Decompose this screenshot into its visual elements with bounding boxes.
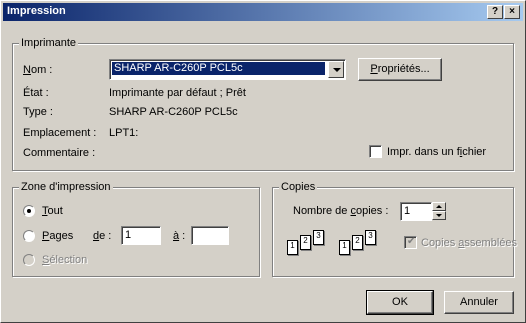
copies-spinner[interactable] [432, 202, 446, 221]
page-icon: 3 [365, 230, 376, 245]
print-dialog: Impression ? × Imprimante Nom : SHARP AR… [0, 0, 526, 323]
collate-label[interactable]: Copies assemblées [421, 237, 517, 250]
range-selection-label[interactable]: Sélection [42, 254, 87, 267]
arrow-down-icon [436, 214, 442, 217]
spin-up-button[interactable] [432, 202, 446, 211]
printer-dropdown-button[interactable] [328, 61, 344, 78]
range-all-label[interactable]: Tout [42, 205, 63, 218]
title-bar[interactable]: Impression ? × [3, 3, 523, 21]
status-label: État : [23, 87, 49, 99]
range-all-radio[interactable] [23, 205, 35, 217]
page-icon: 1 [287, 240, 298, 255]
collate-checkbox[interactable]: ✔ [404, 236, 417, 249]
window-title: Impression [7, 5, 66, 17]
help-button[interactable]: ? [487, 5, 503, 19]
range-to-label: à : [173, 230, 186, 242]
location-value: LPT1: [109, 127, 139, 139]
copies-group: Copies Nombre de copies : 1 1 2 3 1 2 3 … [272, 181, 517, 277]
page-icon: 2 [300, 235, 311, 250]
cancel-button-label: Annuler [460, 296, 498, 308]
arrow-up-icon [436, 205, 442, 208]
page-icon: 1 [339, 240, 350, 255]
checkmark-icon: ✔ [407, 236, 416, 247]
chevron-down-icon [333, 68, 341, 72]
print-to-file-label[interactable]: Impr. dans un fichier [387, 146, 486, 159]
type-label: Type : [23, 106, 53, 118]
close-button[interactable]: × [504, 5, 520, 19]
properties-button[interactable]: Propriétés... [358, 58, 442, 81]
ok-button-label: OK [392, 296, 408, 308]
cancel-button[interactable]: Annuler [444, 291, 514, 314]
spin-down-button[interactable] [432, 211, 446, 220]
comment-label: Commentaire : [23, 147, 96, 159]
copies-group-label: Copies [279, 181, 318, 194]
printer-group-label: Imprimante [19, 37, 79, 50]
page-icon: 2 [352, 235, 363, 250]
print-range-group-label: Zone d'impression [19, 181, 113, 194]
range-from-label: de : [93, 230, 112, 242]
range-from-input[interactable]: 1 [121, 226, 161, 245]
properties-button-label: Propriétés... [370, 63, 430, 75]
range-pages-radio[interactable] [23, 230, 35, 242]
printer-name-label: Nom : [23, 64, 53, 76]
radio-selected-dot [27, 209, 31, 213]
range-selection-radio[interactable] [23, 254, 35, 266]
type-value: SHARP AR-C260P PCL5c [109, 106, 238, 118]
ok-button[interactable]: OK [366, 290, 434, 315]
range-pages-label[interactable]: Pages [42, 230, 73, 243]
status-value: Imprimante par défaut ; Prêt [109, 87, 246, 99]
printer-name-select[interactable]: SHARP AR-C260P PCL5c [109, 59, 346, 80]
print-range-group: Zone d'impression Tout Pages de : 1 à : … [12, 181, 260, 277]
printer-name-value: SHARP AR-C260P PCL5c [112, 62, 325, 75]
print-to-file-checkbox[interactable] [369, 145, 382, 158]
range-to-input[interactable] [191, 226, 229, 245]
copies-count-input[interactable]: 1 [400, 202, 432, 221]
copies-count-label: Nombre de copies : [293, 205, 389, 217]
printer-group: Imprimante Nom : SHARP AR-C260P PCL5c Pr… [12, 37, 514, 171]
page-icon: 3 [313, 230, 324, 245]
location-label: Emplacement : [23, 127, 97, 139]
